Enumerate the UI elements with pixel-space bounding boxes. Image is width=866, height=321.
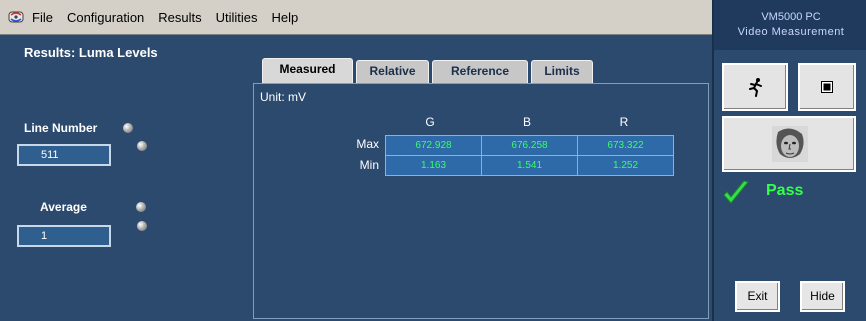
running-man-icon: [746, 77, 766, 100]
face-image-icon: [772, 126, 808, 165]
results-title: Results: Luma Levels: [24, 45, 158, 60]
row-header-max: Max: [356, 137, 379, 151]
cell-max-g: 672.928: [385, 135, 482, 156]
main-window: File Configuration Results Utilities Hel…: [0, 0, 712, 321]
column-header-r: R: [619, 115, 629, 129]
hide-button[interactable]: Hide: [800, 281, 845, 312]
unit-label: Unit: mV: [260, 90, 307, 104]
cell-min-g: 1.163: [385, 155, 482, 176]
tab-relative[interactable]: Relative: [356, 60, 429, 83]
line-number-knob-icon[interactable]: [123, 123, 133, 133]
line-number-field[interactable]: 511: [17, 144, 111, 166]
product-title: VM5000 PC Video Measurement: [714, 0, 866, 50]
cell-max-b: 676.258: [481, 135, 578, 156]
average-adjust-icon[interactable]: [137, 221, 147, 231]
average-field[interactable]: 1: [17, 225, 111, 247]
column-header-b: B: [522, 115, 531, 129]
row-header-min: Min: [359, 158, 379, 172]
menu-file[interactable]: File: [32, 10, 53, 25]
right-panel: VM5000 PC Video Measurement Pass Exit Hi…: [712, 0, 866, 321]
tab-measured[interactable]: Measured: [262, 58, 353, 83]
cell-min-b: 1.541: [481, 155, 578, 176]
image-button[interactable]: [722, 116, 856, 172]
measured-panel: Unit: mV G B R Max Min 672.928 676.258 6…: [253, 83, 709, 319]
results-content: Results: Luma Levels Line Number 511 Ave…: [0, 36, 712, 321]
cell-max-r: 673.322: [577, 135, 674, 156]
run-button[interactable]: [722, 63, 788, 111]
menu-help[interactable]: Help: [272, 10, 299, 25]
exit-button[interactable]: Exit: [735, 281, 780, 312]
product-name: VM5000 PC: [761, 11, 821, 23]
column-header-g: G: [425, 115, 435, 129]
menu-configuration[interactable]: Configuration: [67, 10, 144, 25]
checkmark-icon: [722, 179, 750, 207]
menu-utilities[interactable]: Utilities: [216, 10, 258, 25]
tab-reference[interactable]: Reference: [432, 60, 528, 83]
line-number-adjust-icon[interactable]: [137, 141, 147, 151]
menu-results[interactable]: Results: [158, 10, 201, 25]
tab-limits[interactable]: Limits: [531, 60, 593, 83]
menu-bar: File Configuration Results Utilities Hel…: [0, 0, 712, 35]
product-subtitle: Video Measurement: [737, 26, 845, 38]
average-label: Average: [40, 200, 87, 214]
stop-button[interactable]: [798, 63, 856, 111]
line-number-label: Line Number: [24, 121, 98, 135]
status-pass: Pass: [766, 182, 804, 199]
app-icon[interactable]: [8, 9, 24, 25]
cell-min-r: 1.252: [577, 155, 674, 176]
average-knob-icon[interactable]: [136, 202, 146, 212]
stop-icon: [821, 81, 833, 96]
